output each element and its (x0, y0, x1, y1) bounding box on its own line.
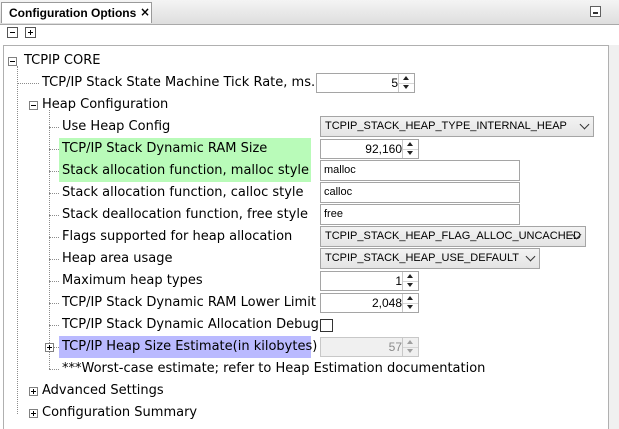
ram-lower-limit-value[interactable]: 2,048 (323, 294, 402, 312)
vertical-scrollbar[interactable] (609, 45, 619, 429)
calloc-func-input[interactable]: calloc (320, 182, 520, 203)
free-func-input[interactable]: free (320, 204, 520, 225)
max-heap-types-spinner[interactable]: 1 (320, 271, 419, 291)
tree-item-heap-configuration[interactable]: Heap Configuration (42, 94, 168, 116)
heap-flags-value: TCPIP_STACK_HEAP_FLAG_ALLOC_UNCACHED (325, 230, 581, 242)
malloc-func-input[interactable]: malloc (320, 160, 520, 181)
heap-size-estimate-spinner: 57 (320, 337, 419, 357)
heap-usage-label: Heap area usage (62, 251, 173, 266)
alloc-debug-checkbox[interactable] (320, 319, 333, 332)
spin-down-icon (403, 347, 418, 356)
tree-line (49, 237, 59, 238)
tree-item-tcpip-core[interactable]: TCPIP CORE (24, 50, 100, 72)
heap-usage-value: TCPIP_STACK_HEAP_USE_DEFAULT (325, 252, 519, 264)
use-heap-config-value: TCPIP_STACK_HEAP_TYPE_INTERNAL_HEAP (325, 120, 567, 132)
calloc-func-label: Stack allocation function, calloc style (62, 185, 304, 200)
spin-down-icon[interactable] (403, 303, 418, 312)
tree-line (49, 127, 59, 128)
spinner-buttons (402, 140, 418, 158)
tick-rate-spinner[interactable]: 5 (316, 73, 415, 93)
heap-flags-dropdown[interactable]: TCPIP_STACK_HEAP_FLAG_ALLOC_UNCACHED (320, 226, 586, 247)
spinner-buttons (398, 74, 414, 92)
expander-advanced-settings[interactable] (29, 387, 38, 396)
tab-title: Configuration Options (9, 6, 137, 20)
tab-configuration-options[interactable]: Configuration Options × (1, 2, 152, 23)
spinner-buttons (402, 272, 418, 290)
dynamic-ram-size-spinner[interactable]: 92,160 (320, 139, 419, 159)
heap-usage-dropdown[interactable]: TCPIP_STACK_HEAP_USE_DEFAULT (320, 248, 540, 269)
spin-down-icon[interactable] (399, 83, 414, 92)
use-heap-config-dropdown[interactable]: TCPIP_STACK_HEAP_TYPE_INTERNAL_HEAP (320, 116, 594, 137)
expander-heap-configuration[interactable] (29, 101, 38, 110)
ram-lower-limit-label: TCP/IP Stack Dynamic RAM Lower Limit (62, 295, 316, 310)
dynamic-ram-size-value[interactable]: 92,160 (323, 140, 402, 158)
max-heap-types-value[interactable]: 1 (323, 272, 402, 290)
tick-rate-label: TCP/IP Stack State Machine Tick Rate, ms… (42, 75, 316, 90)
expand-all-icon[interactable] (25, 27, 36, 38)
heap-size-estimate-label[interactable]: TCP/IP Heap Size Estimate(in kilobytes) (59, 336, 317, 358)
chevron-down-icon (525, 251, 536, 262)
tree-line (49, 281, 59, 282)
expander-configuration-summary[interactable] (29, 409, 38, 418)
tree-line (49, 171, 59, 172)
spin-down-icon[interactable] (403, 149, 418, 158)
spin-down-icon[interactable] (403, 281, 418, 290)
spinner-buttons (402, 294, 418, 312)
close-icon[interactable]: × (140, 5, 150, 19)
tree-line (17, 83, 39, 84)
ram-lower-limit-spinner[interactable]: 2,048 (320, 293, 419, 313)
tick-rate-value[interactable]: 5 (319, 74, 398, 92)
max-heap-types-label: Maximum heap types (62, 273, 203, 288)
heap-size-estimate-value: 57 (388, 340, 402, 354)
tree-line (49, 325, 59, 326)
heap-flags-label: Flags supported for heap allocation (62, 229, 293, 244)
tree-line (49, 149, 59, 150)
panel-titlebar: Configuration Options × (0, 0, 619, 25)
tree-line (17, 66, 18, 414)
collapse-all-icon[interactable] (7, 27, 18, 38)
expander-heap-size-estimate[interactable] (45, 343, 54, 352)
tree-line (49, 369, 59, 370)
alloc-debug-label: TCP/IP Stack Dynamic Allocation Debug (62, 317, 319, 332)
tree-line (49, 303, 59, 304)
tree-line (49, 259, 59, 260)
tree-item-configuration-summary[interactable]: Configuration Summary (42, 402, 197, 424)
worst-case-note: ***Worst-case estimate; refer to Heap Es… (62, 361, 486, 376)
tree-line (49, 193, 59, 194)
minimize-icon[interactable] (590, 6, 601, 17)
tree-item-advanced-settings[interactable]: Advanced Settings (42, 380, 164, 402)
malloc-func-label: Stack allocation function, malloc style (59, 160, 311, 182)
free-func-label: Stack deallocation function, free style (62, 207, 308, 222)
tree-line (49, 215, 59, 216)
spinner-buttons (402, 338, 418, 356)
expander-tcpip-core[interactable] (8, 57, 17, 66)
use-heap-config-label: Use Heap Config (62, 119, 171, 134)
chevron-down-icon (579, 119, 590, 130)
tree-toolbar (0, 25, 619, 44)
dynamic-ram-size-label: TCP/IP Stack Dynamic RAM Size (59, 138, 311, 160)
